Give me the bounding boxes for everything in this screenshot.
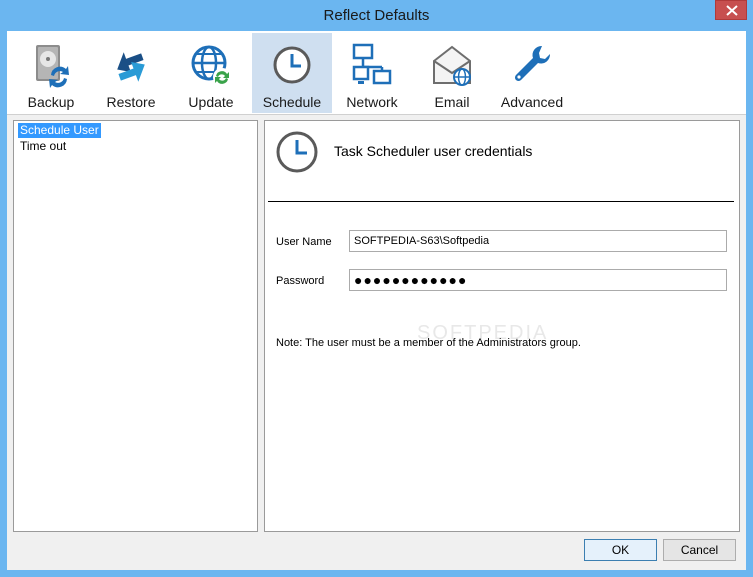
username-label: User Name [276,236,332,248]
tree-item-time-out[interactable]: Time out [18,139,68,154]
settings-panel: Task Scheduler user credentials SOFTPEDI… [264,120,740,532]
password-label: Password [276,275,325,287]
username-field[interactable]: SOFTPEDIA-S63\Softpedia [349,230,727,252]
toolbar-advanced-label: Advanced [500,94,564,110]
settings-tree: Schedule User Time out [13,120,258,532]
toolbar-schedule[interactable]: Schedule [252,33,332,113]
close-icon [726,5,738,16]
admin-note: Note: The user must be a member of the A… [276,337,581,349]
toolbar-backup[interactable]: Backup [11,33,91,113]
clock-icon [273,46,311,84]
panel-divider [268,201,734,202]
wrench-icon [514,45,551,82]
toolbar-restore[interactable]: Restore [91,33,171,113]
clock-icon [276,131,318,173]
title-bar[interactable]: Reflect Defaults [0,0,753,31]
toolbar-schedule-label: Schedule [262,94,322,110]
panel-title: Task Scheduler user credentials [334,143,533,159]
toolbar-restore-label: Restore [106,94,156,110]
email-icon [433,45,471,86]
toolbar: Backup Restore Update Schedule Network E… [7,31,746,115]
toolbar-advanced[interactable]: Advanced [492,33,572,113]
close-button[interactable] [715,0,747,20]
cancel-button[interactable]: Cancel [663,539,736,561]
ok-button[interactable]: OK [584,539,657,561]
toolbar-email[interactable]: Email [412,33,492,113]
update-globe-icon [191,45,231,86]
toolbar-email-label: Email [434,94,470,110]
backup-drive-icon [36,45,69,88]
dialog-window: Reflect Defaults Backup Restore Update S… [0,0,753,577]
toolbar-update-label: Update [188,94,234,110]
toolbar-backup-label: Backup [27,94,75,110]
tree-item-schedule-user[interactable]: Schedule User [18,123,101,138]
toolbar-network[interactable]: Network [332,33,412,113]
toolbar-update[interactable]: Update [171,33,251,113]
dialog-client: Backup Restore Update Schedule Network E… [7,31,746,570]
password-field[interactable]: ●●●●●●●●●●●● [349,269,727,291]
window-title: Reflect Defaults [323,7,430,24]
network-icon [352,43,392,85]
restore-arrows-icon [117,52,145,82]
toolbar-network-label: Network [346,94,398,110]
